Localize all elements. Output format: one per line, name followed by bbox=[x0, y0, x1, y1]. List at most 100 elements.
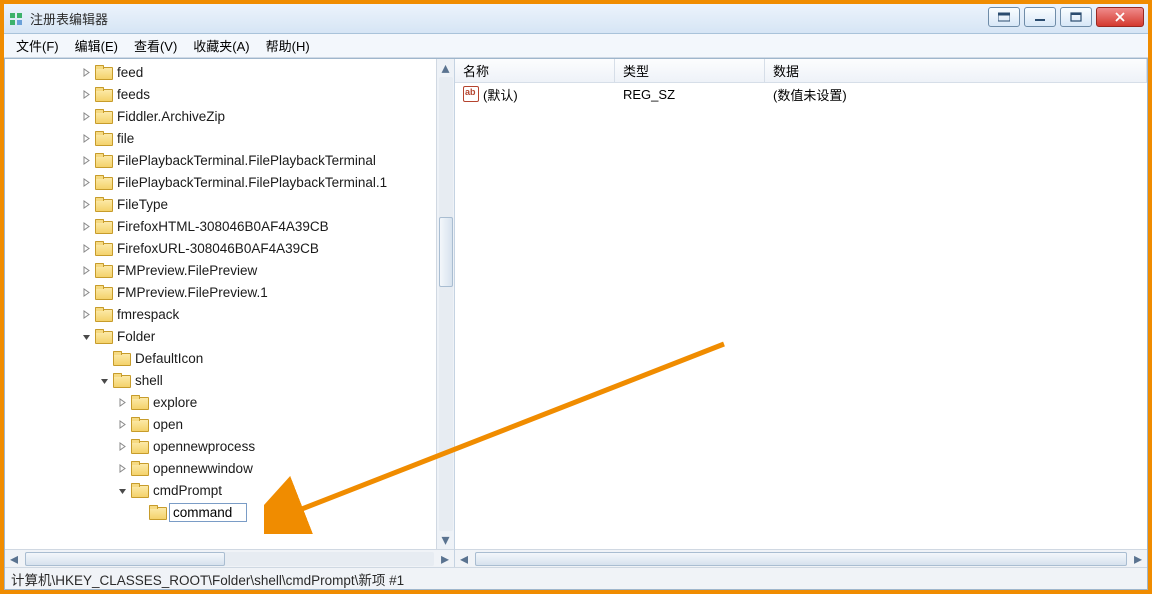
tree-node[interactable] bbox=[5, 501, 454, 523]
tree-node-label: opennewprocess bbox=[151, 439, 257, 454]
regedit-window: 注册表编辑器 文件(F) 编辑(E) 查看(V) 收藏夹(A) 帮助(H) bbox=[4, 4, 1148, 590]
tree-hscrollbar[interactable]: ◂ ▸ bbox=[5, 549, 454, 567]
chevron-right-icon[interactable] bbox=[79, 131, 93, 145]
tree-node[interactable]: Folder bbox=[5, 325, 454, 347]
extra-button[interactable] bbox=[988, 7, 1020, 27]
chevron-right-icon[interactable] bbox=[79, 109, 93, 123]
chevron-right-icon[interactable] bbox=[79, 241, 93, 255]
split-panes: feedfeedsFiddler.ArchiveZipfileFilePlayb… bbox=[5, 59, 1147, 567]
menu-file[interactable]: 文件(F) bbox=[8, 34, 67, 57]
column-header-data[interactable]: 数据 bbox=[765, 59, 1147, 82]
tree-node-label: shell bbox=[133, 373, 165, 388]
tree-node[interactable]: FilePlaybackTerminal.FilePlaybackTermina… bbox=[5, 171, 454, 193]
tree-scroll[interactable]: feedfeedsFiddler.ArchiveZipfileFilePlayb… bbox=[5, 59, 454, 549]
folder-icon bbox=[95, 263, 111, 277]
tree-node[interactable]: FileType bbox=[5, 193, 454, 215]
scroll-left-icon[interactable]: ◂ bbox=[455, 550, 473, 568]
chevron-down-icon[interactable] bbox=[97, 373, 111, 387]
tree-node-label: fmrespack bbox=[115, 307, 181, 322]
list-body[interactable]: (默认) REG_SZ (数值未设置) bbox=[455, 83, 1147, 549]
tree-node[interactable]: FMPreview.FilePreview bbox=[5, 259, 454, 281]
tree-node[interactable]: FMPreview.FilePreview.1 bbox=[5, 281, 454, 303]
tree-node-label: Folder bbox=[115, 329, 157, 344]
chevron-right-icon[interactable] bbox=[115, 417, 129, 431]
tree-node-label: cmdPrompt bbox=[151, 483, 224, 498]
chevron-down-icon[interactable] bbox=[115, 483, 129, 497]
scroll-track[interactable] bbox=[25, 552, 434, 566]
scroll-track[interactable] bbox=[475, 552, 1127, 566]
tree-node[interactable]: explore bbox=[5, 391, 454, 413]
chevron-right-icon[interactable] bbox=[79, 197, 93, 211]
scroll-thumb[interactable] bbox=[25, 552, 225, 566]
chevron-right-icon[interactable] bbox=[79, 285, 93, 299]
tree-node[interactable]: Fiddler.ArchiveZip bbox=[5, 105, 454, 127]
list-row[interactable]: (默认) REG_SZ (数值未设置) bbox=[455, 83, 1147, 105]
scroll-left-icon[interactable]: ◂ bbox=[5, 550, 23, 568]
menu-favorites[interactable]: 收藏夹(A) bbox=[185, 34, 257, 57]
app-icon bbox=[8, 11, 24, 27]
tree-node[interactable]: cmdPrompt bbox=[5, 479, 454, 501]
chevron-right-icon[interactable] bbox=[79, 175, 93, 189]
scroll-up-icon[interactable]: ▴ bbox=[437, 59, 455, 77]
tree-node[interactable]: opennewprocess bbox=[5, 435, 454, 457]
chevron-right-icon[interactable] bbox=[79, 153, 93, 167]
column-header-type[interactable]: 类型 bbox=[615, 59, 765, 82]
maximize-button[interactable] bbox=[1060, 7, 1092, 27]
chevron-right-icon[interactable] bbox=[115, 439, 129, 453]
folder-icon bbox=[95, 307, 111, 321]
tree-node-label: open bbox=[151, 417, 185, 432]
menubar: 文件(F) 编辑(E) 查看(V) 收藏夹(A) 帮助(H) bbox=[4, 34, 1148, 58]
folder-icon bbox=[131, 483, 147, 497]
folder-icon bbox=[131, 395, 147, 409]
tree-node-label: FileType bbox=[115, 197, 170, 212]
folder-icon bbox=[131, 439, 147, 453]
tree-node[interactable]: DefaultIcon bbox=[5, 347, 454, 369]
chevron-right-icon[interactable] bbox=[79, 219, 93, 233]
minimize-button[interactable] bbox=[1024, 7, 1056, 27]
window-title: 注册表编辑器 bbox=[30, 9, 1144, 28]
chevron-right-icon[interactable] bbox=[115, 395, 129, 409]
window-controls bbox=[988, 7, 1144, 27]
close-button[interactable] bbox=[1096, 7, 1144, 27]
scroll-right-icon[interactable]: ▸ bbox=[436, 550, 454, 568]
client-area: feedfeedsFiddler.ArchiveZipfileFilePlayb… bbox=[4, 58, 1148, 590]
chevron-down-icon[interactable] bbox=[79, 329, 93, 343]
tree-node-edit-input[interactable] bbox=[169, 503, 247, 522]
tree-node[interactable]: opennewwindow bbox=[5, 457, 454, 479]
folder-icon bbox=[95, 131, 111, 145]
scroll-thumb[interactable] bbox=[475, 552, 1127, 566]
value-name-text: (默认) bbox=[483, 85, 518, 104]
folder-icon bbox=[95, 109, 111, 123]
scroll-track[interactable] bbox=[439, 77, 453, 531]
tree-node[interactable]: FirefoxURL-308046B0AF4A39CB bbox=[5, 237, 454, 259]
tree-node-label: Fiddler.ArchiveZip bbox=[115, 109, 227, 124]
scroll-thumb[interactable] bbox=[439, 217, 453, 287]
tree-node[interactable]: fmrespack bbox=[5, 303, 454, 325]
tree-node[interactable]: file bbox=[5, 127, 454, 149]
tree-node[interactable]: feeds bbox=[5, 83, 454, 105]
titlebar[interactable]: 注册表编辑器 bbox=[4, 4, 1148, 34]
folder-icon bbox=[149, 505, 165, 519]
chevron-right-icon[interactable] bbox=[79, 87, 93, 101]
tree-node-label: feeds bbox=[115, 87, 152, 102]
tree-node[interactable]: shell bbox=[5, 369, 454, 391]
tree-node[interactable]: open bbox=[5, 413, 454, 435]
column-header-name[interactable]: 名称 bbox=[455, 59, 615, 82]
chevron-right-icon[interactable] bbox=[79, 65, 93, 79]
tree-vscrollbar[interactable]: ▴ ▾ bbox=[436, 59, 454, 549]
scroll-right-icon[interactable]: ▸ bbox=[1129, 550, 1147, 568]
scroll-down-icon[interactable]: ▾ bbox=[437, 531, 455, 549]
tree-node[interactable]: FirefoxHTML-308046B0AF4A39CB bbox=[5, 215, 454, 237]
list-hscrollbar[interactable]: ◂ ▸ bbox=[455, 549, 1147, 567]
menu-edit[interactable]: 编辑(E) bbox=[67, 34, 126, 57]
chevron-right-icon[interactable] bbox=[115, 461, 129, 475]
tree-node[interactable]: feed bbox=[5, 61, 454, 83]
menu-help[interactable]: 帮助(H) bbox=[258, 34, 318, 57]
tree-node[interactable]: FilePlaybackTerminal.FilePlaybackTermina… bbox=[5, 149, 454, 171]
chevron-right-icon[interactable] bbox=[79, 307, 93, 321]
chevron-right-icon[interactable] bbox=[79, 263, 93, 277]
status-path: 计算机\HKEY_CLASSES_ROOT\Folder\shell\cmdPr… bbox=[11, 569, 404, 589]
tree-node-label: FMPreview.FilePreview.1 bbox=[115, 285, 270, 300]
menu-view[interactable]: 查看(V) bbox=[126, 34, 185, 57]
cell-data: (数值未设置) bbox=[765, 85, 1147, 104]
